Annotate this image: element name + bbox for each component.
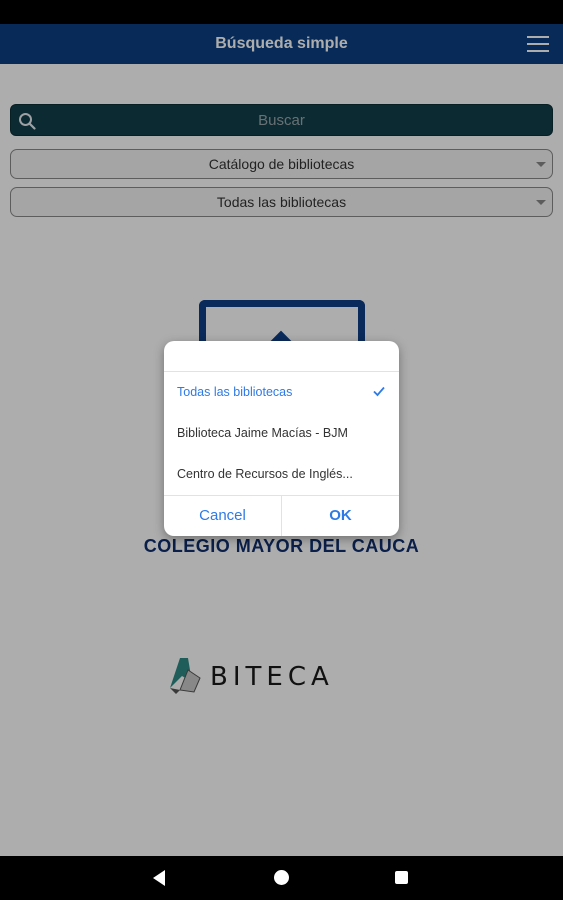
- option-label: Centro de Recursos de Inglés...: [177, 467, 353, 481]
- option-label: Biblioteca Jaime Macías - BJM: [177, 426, 348, 440]
- dialog-option-english-center[interactable]: Centro de Recursos de Inglés...: [164, 454, 399, 494]
- dialog-option-bjm[interactable]: Biblioteca Jaime Macías - BJM: [164, 413, 399, 453]
- ok-button[interactable]: OK: [282, 496, 399, 536]
- library-picker-dialog: Todas las bibliotecas Biblioteca Jaime M…: [164, 341, 399, 536]
- dialog-option-all-libraries[interactable]: Todas las bibliotecas: [164, 372, 399, 412]
- cancel-button[interactable]: Cancel: [164, 496, 281, 536]
- home-icon[interactable]: [274, 870, 289, 885]
- recents-icon[interactable]: [395, 871, 408, 884]
- back-icon[interactable]: [153, 870, 165, 886]
- option-label: Todas las bibliotecas: [177, 385, 293, 399]
- system-nav-bar: [0, 856, 563, 900]
- checkmark-icon: [373, 386, 385, 397]
